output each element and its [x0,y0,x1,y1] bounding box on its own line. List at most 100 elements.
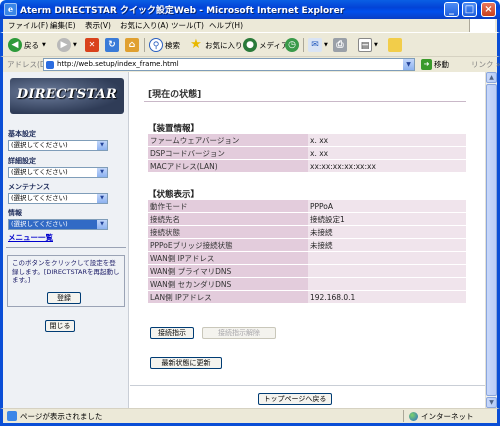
select-value: (選択してください) [11,220,68,228]
connect-button[interactable]: 接続指示 [150,327,194,339]
refresh-button[interactable]: ↻ [105,37,121,53]
refresh-icon: ↻ [105,38,119,52]
divider [130,385,485,386]
register-box: このボタンをクリックして設定を登録します。[DIRECTSTARを再起動します。… [7,255,125,307]
table-row: 接続状態 未接続 [148,226,466,238]
scroll-down-icon[interactable]: ▼ [486,397,497,408]
row-value: 192.168.0.1 [308,291,466,303]
menu-view[interactable]: 表示(V) [85,19,111,32]
home-button[interactable]: ⌂ [125,37,141,53]
scroll-up-icon[interactable]: ▲ [486,72,497,83]
row-key: WAN側 セカンダリDNS [148,278,308,290]
media-button[interactable]: ● メディア [243,37,288,53]
back-button[interactable]: ◀ 戻る ▼ [8,37,46,53]
star-icon: ★ [190,37,202,52]
row-value [308,265,466,277]
status-table: 動作モード PPPoA 接続先名 接続設定1 接続状態 未接続 PPPoEブリッ… [148,199,466,304]
info-select[interactable]: (選択してください) ▼ [8,219,108,230]
disconnect-button[interactable]: 接続指示解除 [202,327,276,339]
menu-edit[interactable]: 編集(E) [50,19,76,32]
refresh-status-button[interactable]: 最新状態に更新 [150,357,222,369]
menu-bar: ファイル(F) 編集(E) 表示(V) お気に入り(A) ツール(T) ヘルプ(… [0,19,500,32]
select-value: (選択してください) [11,141,68,149]
go-label: 移動 [434,60,449,69]
main-content: [現在の状態] 【装置情報】 ファームウェアバージョン x. xx DSPコード… [130,72,485,408]
row-key: WAN側 IPアドレス [148,252,308,264]
status-text: ページが表示されました [20,412,103,421]
row-value: 接続設定1 [308,213,466,225]
page-icon [7,411,17,421]
discuss-icon [388,38,402,52]
section-label: メンテナンス [8,183,50,191]
chevron-down-icon: ▼ [97,168,107,177]
stop-button[interactable]: ✕ [85,37,101,53]
register-button[interactable]: 登録 [47,292,81,304]
table-row: 動作モード PPPoA [148,200,466,212]
row-key: 接続状態 [148,226,308,238]
device-info-table: ファームウェアバージョン x. xx DSPコードバージョン x. xx MAC… [148,133,466,173]
select-value: (選択してください) [11,194,68,202]
windows-logo [469,19,495,32]
title-bar: e Aterm DIRECTSTAR クイック設定Web - Microsoft… [0,0,500,19]
row-key: MACアドレス(LAN) [148,160,308,172]
edit-button[interactable]: ▤ ▼ [358,37,378,53]
favorites-label: お気に入り [205,40,243,50]
favorites-button[interactable]: ★ お気に入り [189,37,243,53]
address-input[interactable]: http://web.setup/index_frame.html ▼ [43,58,415,71]
chevron-down-icon: ▼ [73,42,77,48]
scrollbar-thumb[interactable] [486,84,497,396]
chevron-down-icon: ▼ [374,42,378,48]
ie-icon: e [4,3,17,16]
mail-button[interactable]: ✉ ▼ [308,37,328,53]
advanced-settings-select[interactable]: (選択してください) ▼ [8,167,108,178]
history-button[interactable]: ◷ [285,37,301,53]
stop-icon: ✕ [85,38,99,52]
menu-list-link[interactable]: メニュー一覧 [8,232,53,243]
zone-label: インターネット [421,411,474,421]
back-arrow-icon: ◀ [8,38,22,52]
security-zone: インターネット [403,410,495,422]
row-key: PPPoEブリッジ接続状態 [148,239,308,251]
page-title: [現在の状態] [148,90,202,100]
close-window-button[interactable]: × [481,2,496,17]
edit-page-icon: ▤ [358,38,372,52]
row-value [308,252,466,264]
search-button[interactable]: ⚲ 検索 [149,37,180,53]
links-button[interactable]: リンク » [471,59,500,70]
divider [6,247,126,248]
menu-file[interactable]: ファイル(F) [8,19,48,32]
forward-button[interactable]: ▶ ▼ [57,37,77,53]
title-row: [現在の状態] [144,86,466,102]
window-title: Aterm DIRECTSTAR クイック設定Web - Microsoft I… [20,6,345,16]
directstar-logo: DIRECTSTAR [10,78,124,114]
table-row: MACアドレス(LAN) xx:xx:xx:xx:xx:xx [148,160,466,172]
chevron-down-icon: ▼ [97,141,107,150]
table-row: WAN側 セカンダリDNS [148,278,466,290]
vertical-scrollbar[interactable]: ▲ ▼ [485,72,497,408]
address-dropdown-icon[interactable]: ▼ [403,59,414,70]
table-row: ファームウェアバージョン x. xx [148,134,466,146]
maximize-button[interactable]: □ [462,2,477,17]
discuss-button[interactable] [388,37,404,53]
row-value: 未接続 [308,226,466,238]
row-value: xx:xx:xx:xx:xx:xx [308,160,466,172]
table-row: DSPコードバージョン x. xx [148,147,466,159]
row-value: x. xx [308,147,466,159]
close-button[interactable]: 閉じる [45,320,75,332]
chevron-down-icon: ▼ [42,42,46,48]
menu-favorites[interactable]: お気に入り(A) [120,19,168,32]
forward-arrow-icon: ▶ [57,38,71,52]
section-label: 情報 [8,209,22,217]
advanced-settings-section: 詳細設定 (選択してください) ▼ [8,156,124,178]
basic-settings-select[interactable]: (選択してください) ▼ [8,140,108,151]
print-button[interactable]: ⎙ [333,37,349,53]
maintenance-select[interactable]: (選択してください) ▼ [8,193,108,204]
row-value [308,278,466,290]
menu-help[interactable]: ヘルプ(H) [209,19,243,32]
table-row: WAN側 プライマリDNS [148,265,466,277]
back-to-top-button[interactable]: トップページへ戻る [258,393,332,405]
table-row: PPPoEブリッジ接続状態 未接続 [148,239,466,251]
menu-tools[interactable]: ツール(T) [171,19,204,32]
go-button[interactable]: ➜ 移動 [421,59,449,70]
minimize-button[interactable]: _ [444,2,459,17]
